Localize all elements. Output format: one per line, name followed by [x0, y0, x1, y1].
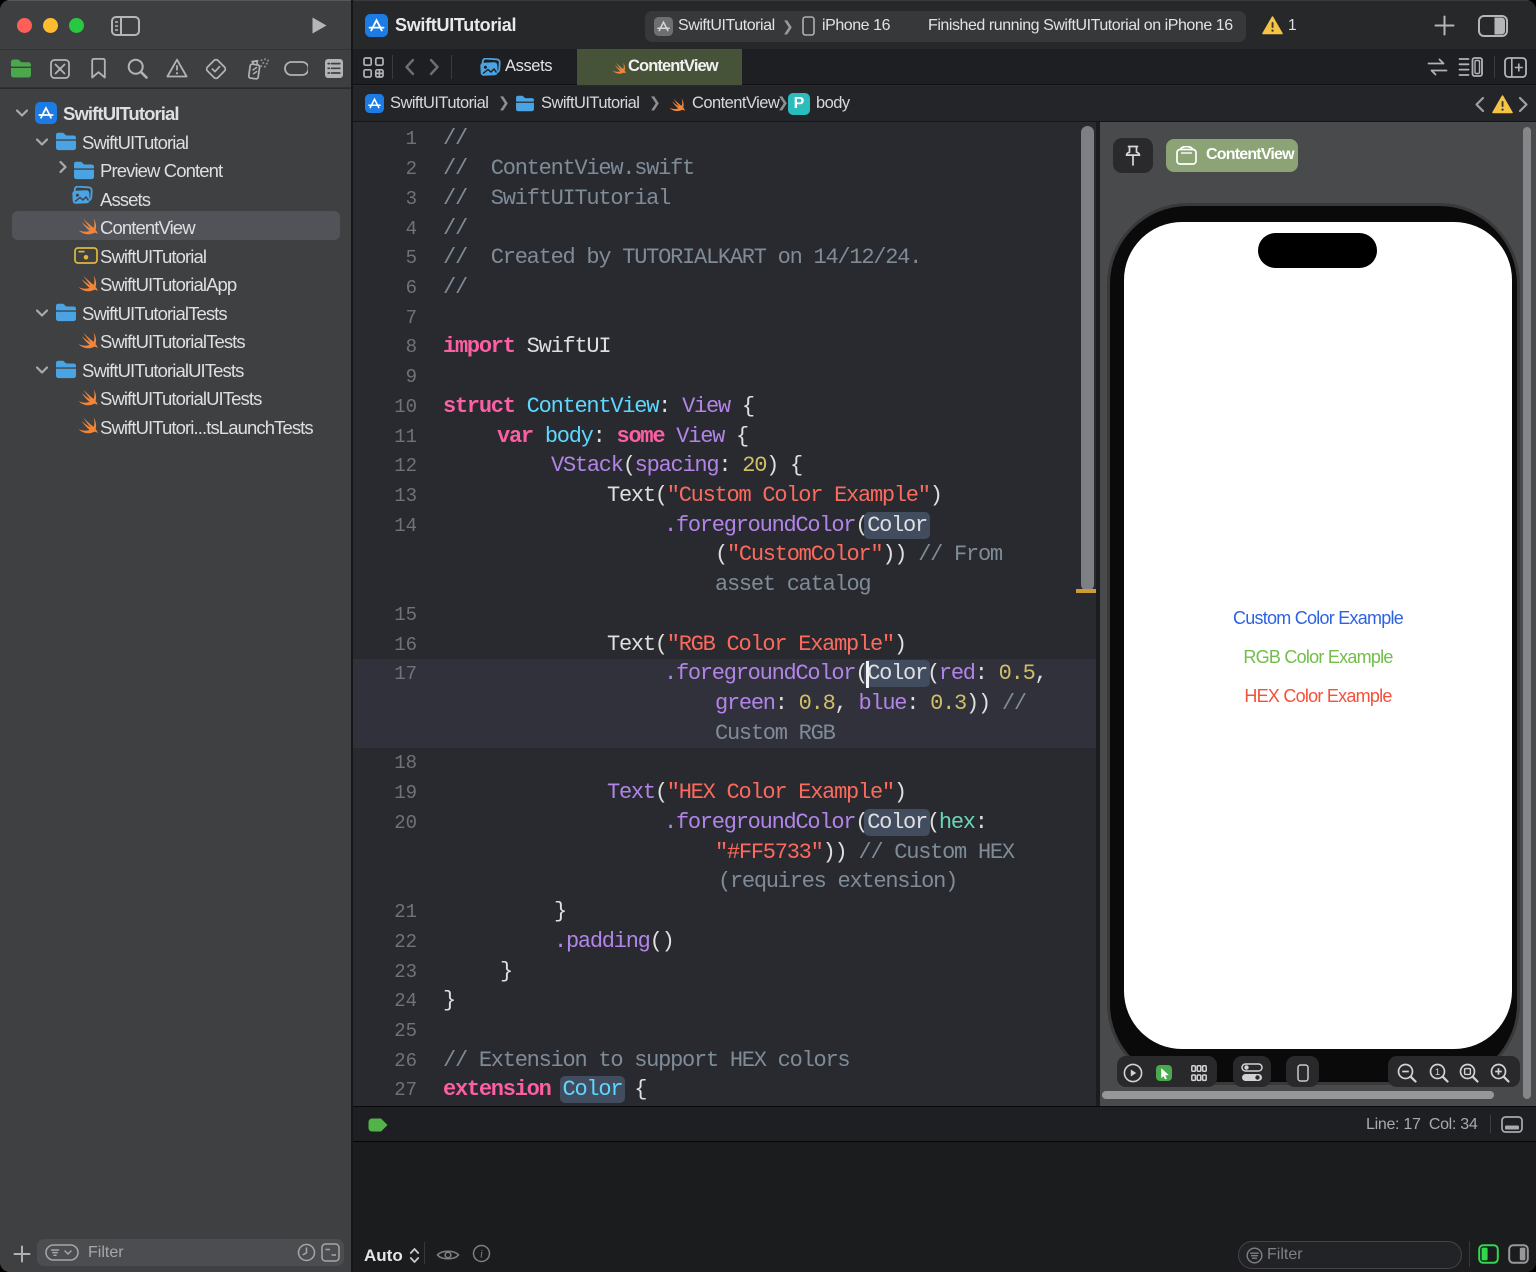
- svg-text:i: i: [480, 1249, 483, 1261]
- svg-text:1: 1: [1435, 1067, 1440, 1078]
